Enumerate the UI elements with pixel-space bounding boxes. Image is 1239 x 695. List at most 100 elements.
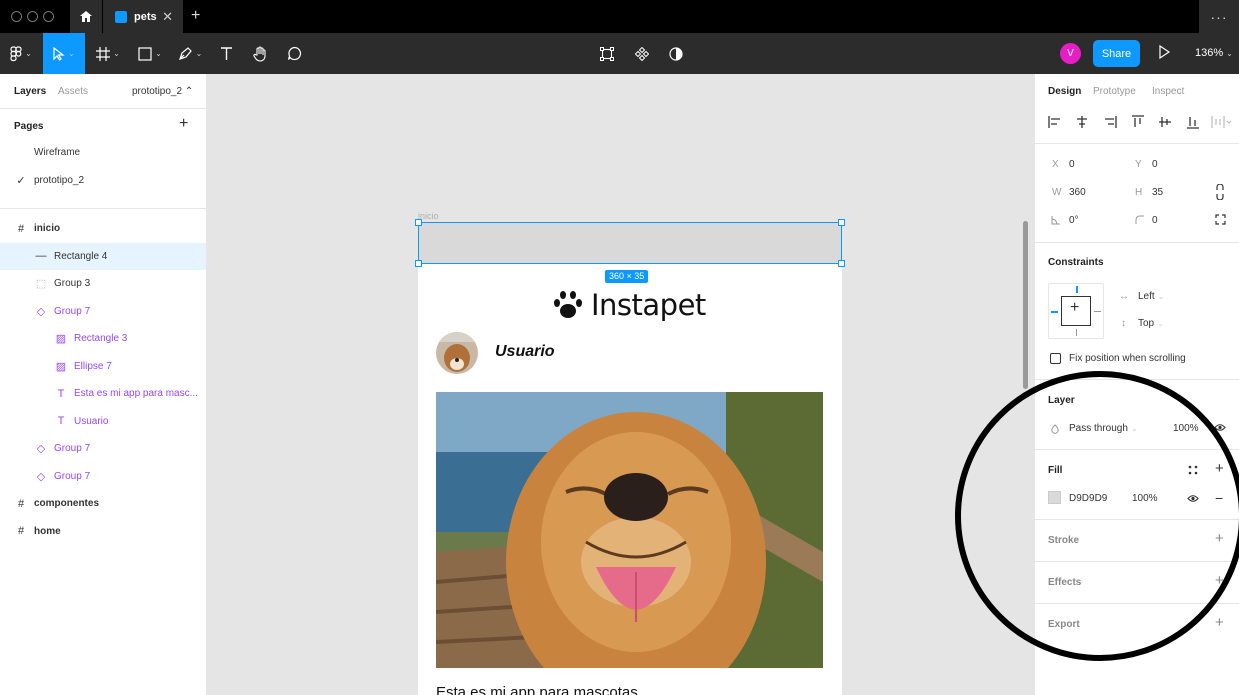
mask-button[interactable] xyxy=(664,33,688,74)
independent-corners-icon[interactable] xyxy=(1215,214,1226,225)
constraint-horizontal-select[interactable]: Left ⌄ xyxy=(1138,291,1164,302)
hand-tool[interactable] xyxy=(245,33,275,74)
layer-item[interactable]: ⬚ Group 3 xyxy=(0,270,206,297)
more-options-icon[interactable]: ··· xyxy=(1199,0,1239,33)
share-button[interactable]: Share xyxy=(1093,40,1140,67)
layer-item[interactable]: — Rectangle 4 xyxy=(0,242,206,270)
tab-inspect[interactable]: Inspect xyxy=(1152,86,1184,97)
align-bottom-icon[interactable] xyxy=(1186,115,1200,129)
window-minimize-dot[interactable] xyxy=(27,11,38,22)
username: Usuario xyxy=(495,343,555,360)
zoom-level[interactable]: 136% ⌄ xyxy=(1195,47,1233,59)
text-icon xyxy=(220,46,232,60)
close-tab-icon[interactable]: ✕ xyxy=(162,9,173,25)
layer-item[interactable]: ◇ Group 7 xyxy=(0,298,206,325)
constraints-widget[interactable]: + xyxy=(1048,283,1104,339)
chevron-down-icon: ⌄ xyxy=(1157,319,1164,328)
align-top-icon[interactable] xyxy=(1131,115,1145,129)
corner-radius-input[interactable]: 0 xyxy=(1152,215,1158,226)
tab-design[interactable]: Design xyxy=(1048,86,1081,97)
resize-handle[interactable] xyxy=(838,260,845,267)
file-tab-name: pets xyxy=(134,10,157,23)
layer-item[interactable]: # inicio xyxy=(0,215,206,242)
constrain-proportions-icon[interactable] xyxy=(1215,184,1225,200)
add-export-icon[interactable]: + xyxy=(1215,614,1224,631)
tab-assets[interactable]: Assets xyxy=(58,86,88,97)
main-menu-button[interactable]: ⌄ xyxy=(0,33,42,74)
fix-position-checkbox[interactable] xyxy=(1050,353,1061,364)
h-input[interactable]: 35 xyxy=(1152,187,1163,198)
edit-object-button[interactable] xyxy=(595,33,619,74)
image-layer-icon: ▨ xyxy=(55,333,67,345)
selection-box[interactable] xyxy=(415,219,845,267)
w-input[interactable]: 360 xyxy=(1069,187,1086,198)
comment-tool[interactable] xyxy=(280,33,308,74)
layer-item[interactable]: # componentes xyxy=(0,490,206,517)
pages-title: Pages xyxy=(14,121,44,132)
file-tab[interactable]: pets ✕ xyxy=(103,0,183,33)
layer-item[interactable]: ◇ Group 7 xyxy=(0,435,206,462)
page-item[interactable]: ✓ prototipo_2 xyxy=(0,167,206,194)
user-avatar[interactable]: V xyxy=(1060,43,1081,64)
align-horizontal-center-icon[interactable] xyxy=(1075,115,1089,129)
resize-handle[interactable] xyxy=(415,219,422,226)
text-tool[interactable] xyxy=(212,33,240,74)
layer-item[interactable]: T Esta es mi app para masc... xyxy=(0,380,206,407)
tab-prototype[interactable]: Prototype xyxy=(1093,86,1136,97)
create-component-button[interactable] xyxy=(630,33,654,74)
rotation-icon xyxy=(1051,216,1060,225)
layer-item[interactable]: ▨ Rectangle 3 xyxy=(0,325,206,352)
shape-tool[interactable]: ⌄ xyxy=(132,33,168,74)
layer-item[interactable]: ◇ Group 7 xyxy=(0,463,206,490)
layer-label: home xyxy=(34,525,61,537)
figma-window: pets ✕ + ··· ⌄ ⌄ ⌄ ⌄ ⌄ V Share 136% ⌄ La… xyxy=(0,0,1239,695)
canvas-scrollbar[interactable] xyxy=(1023,221,1028,389)
rectangle-icon xyxy=(138,46,152,61)
home-icon xyxy=(80,11,92,22)
align-left-icon[interactable] xyxy=(1048,115,1062,129)
distribute-icon[interactable] xyxy=(1211,115,1233,129)
y-input[interactable]: 0 xyxy=(1152,159,1158,170)
rectangle-layer-icon: — xyxy=(35,250,47,262)
canvas[interactable]: inicio Instapet Usuario Esta es mi app p… xyxy=(207,74,1034,695)
layer-item[interactable]: T Usuario xyxy=(0,408,206,435)
constraint-vertical-value: Top xyxy=(1138,318,1155,329)
page-selector[interactable]: prototipo_2 ⌃ xyxy=(132,86,193,97)
frame-icon: # xyxy=(17,525,25,537)
align-vertical-center-icon[interactable] xyxy=(1158,115,1172,129)
move-tool[interactable]: ⌄ xyxy=(43,33,85,74)
inicio-frame[interactable]: Instapet Usuario Esta es mi app para mas… xyxy=(418,222,842,695)
left-panel-tabs: Layers Assets prototipo_2 ⌃ xyxy=(0,74,206,109)
frame-icon: # xyxy=(17,222,25,235)
text-layer-icon: T xyxy=(57,387,65,400)
fix-position-label: Fix position when scrolling xyxy=(1069,353,1186,364)
constraint-vertical-select[interactable]: Top ⌄ xyxy=(1138,318,1164,329)
pen-tool[interactable]: ⌄ xyxy=(172,33,208,74)
align-right-icon[interactable] xyxy=(1103,115,1117,129)
chevron-down-icon: ⌄ xyxy=(195,49,203,58)
page-item[interactable]: Wireframe xyxy=(0,139,206,166)
new-tab-button[interactable]: + xyxy=(191,7,200,25)
tab-layers[interactable]: Layers xyxy=(14,86,46,97)
window-maximize-dot[interactable] xyxy=(43,11,54,22)
resize-handle[interactable] xyxy=(838,219,845,226)
window-close-dot[interactable] xyxy=(11,11,22,22)
add-page-icon[interactable]: + xyxy=(179,115,188,133)
contrast-icon xyxy=(669,46,683,61)
dimension-tag: 360 × 35 xyxy=(605,270,649,283)
frame-tool[interactable]: ⌄ xyxy=(90,33,126,74)
chevron-down-icon: ⌄ xyxy=(1226,49,1233,58)
resize-handle[interactable] xyxy=(415,260,422,267)
home-tab[interactable] xyxy=(70,0,102,33)
y-label: Y xyxy=(1135,159,1142,170)
layer-item[interactable]: # home xyxy=(0,518,206,545)
checkmark-icon: ✓ xyxy=(16,175,26,187)
x-input[interactable]: 0 xyxy=(1069,159,1075,170)
figma-file-icon xyxy=(115,10,127,23)
layer-label: Rectangle 3 xyxy=(74,333,128,344)
highlight-circle-annotation xyxy=(955,371,1239,661)
present-play-icon[interactable] xyxy=(1158,45,1170,59)
rotation-input[interactable]: 0° xyxy=(1069,215,1079,226)
layer-item[interactable]: ▨ Ellipse 7 xyxy=(0,353,206,380)
image-layer-icon: ▨ xyxy=(55,360,67,373)
